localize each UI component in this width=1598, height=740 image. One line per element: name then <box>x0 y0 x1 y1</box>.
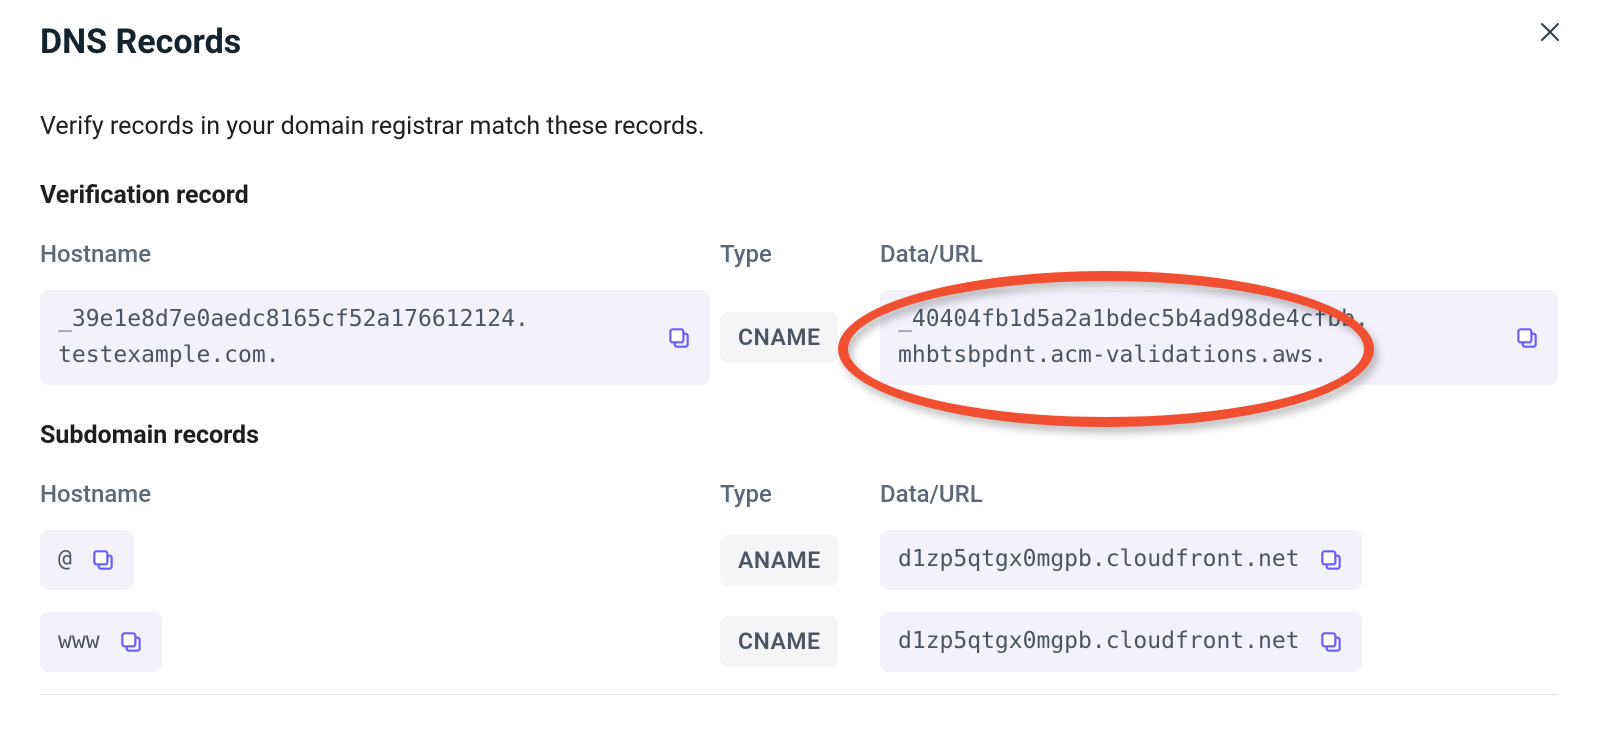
col-header-data: Data/URL <box>880 480 1558 508</box>
verification-hostname-cell: _39e1e8d7e0aedc8165cf52a176612124. teste… <box>40 290 710 385</box>
subdomain-record-row: @ ANAME d1zp5qtgx0mgpb.cloudfront.net <box>40 530 1558 590</box>
close-icon <box>1540 22 1560 42</box>
subdomain-type-badge: ANAME <box>720 535 839 586</box>
verification-type-cell: CNAME <box>720 312 870 363</box>
bottom-divider <box>40 694 1558 695</box>
subdomain-hostname-pill: www <box>40 612 162 672</box>
copy-icon[interactable] <box>666 325 692 351</box>
subdomain-hostname-cell: @ <box>40 530 710 590</box>
copy-icon[interactable] <box>90 547 116 573</box>
close-button[interactable] <box>1536 18 1564 46</box>
subdomain-record-row: www CNAME d1zp5qtgx0mgpb.cloudfront.net <box>40 612 1558 672</box>
subdomain-hostname-cell: www <box>40 612 710 672</box>
verification-data-cell: _40404fb1d5a2a1bdec5b4ad98de4cfbb. mhbts… <box>880 290 1558 385</box>
copy-icon[interactable] <box>1318 629 1344 655</box>
instruction-text: Verify records in your domain registrar … <box>40 112 1558 141</box>
subdomain-data-cell: d1zp5qtgx0mgpb.cloudfront.net <box>880 530 1558 590</box>
subdomain-table: Hostname Type Data/URL @ ANAME d1zp5qtgx… <box>40 480 1558 671</box>
subdomain-type-badge: CNAME <box>720 616 838 667</box>
copy-icon[interactable] <box>1318 547 1344 573</box>
subdomain-data-pill: d1zp5qtgx0mgpb.cloudfront.net <box>880 612 1362 672</box>
subdomain-section-header: Subdomain records <box>40 421 1558 450</box>
subdomain-type-cell: CNAME <box>720 616 870 667</box>
subdomain-hostname-value: @ <box>58 542 72 578</box>
verification-hostname-pill: _39e1e8d7e0aedc8165cf52a176612124. teste… <box>40 290 710 385</box>
verification-record-row: _39e1e8d7e0aedc8165cf52a176612124. teste… <box>40 290 1558 385</box>
verification-header-row: Hostname Type Data/URL <box>40 240 1558 268</box>
subdomain-data-cell: d1zp5qtgx0mgpb.cloudfront.net <box>880 612 1558 672</box>
copy-icon[interactable] <box>1514 325 1540 351</box>
verification-hostname-value: _39e1e8d7e0aedc8165cf52a176612124. teste… <box>58 302 529 373</box>
subdomain-header-row: Hostname Type Data/URL <box>40 480 1558 508</box>
col-header-type: Type <box>720 240 870 268</box>
verification-type-badge: CNAME <box>720 312 838 363</box>
page-title: DNS Records <box>40 22 1558 62</box>
subdomain-hostname-value: www <box>58 624 100 660</box>
col-header-type: Type <box>720 480 870 508</box>
subdomain-data-pill: d1zp5qtgx0mgpb.cloudfront.net <box>880 530 1362 590</box>
verification-section-header: Verification record <box>40 181 1558 210</box>
subdomain-data-value: d1zp5qtgx0mgpb.cloudfront.net <box>898 542 1300 578</box>
col-header-hostname: Hostname <box>40 480 710 508</box>
subdomain-hostname-pill: @ <box>40 530 134 590</box>
copy-icon[interactable] <box>118 629 144 655</box>
subdomain-data-value: d1zp5qtgx0mgpb.cloudfront.net <box>898 624 1300 660</box>
verification-data-pill: _40404fb1d5a2a1bdec5b4ad98de4cfbb. mhbts… <box>880 290 1558 385</box>
col-header-hostname: Hostname <box>40 240 710 268</box>
verification-data-value: _40404fb1d5a2a1bdec5b4ad98de4cfbb. mhbts… <box>898 302 1369 373</box>
subdomain-type-cell: ANAME <box>720 535 870 586</box>
verification-table: Hostname Type Data/URL _39e1e8d7e0aedc81… <box>40 240 1558 385</box>
col-header-data: Data/URL <box>880 240 1558 268</box>
